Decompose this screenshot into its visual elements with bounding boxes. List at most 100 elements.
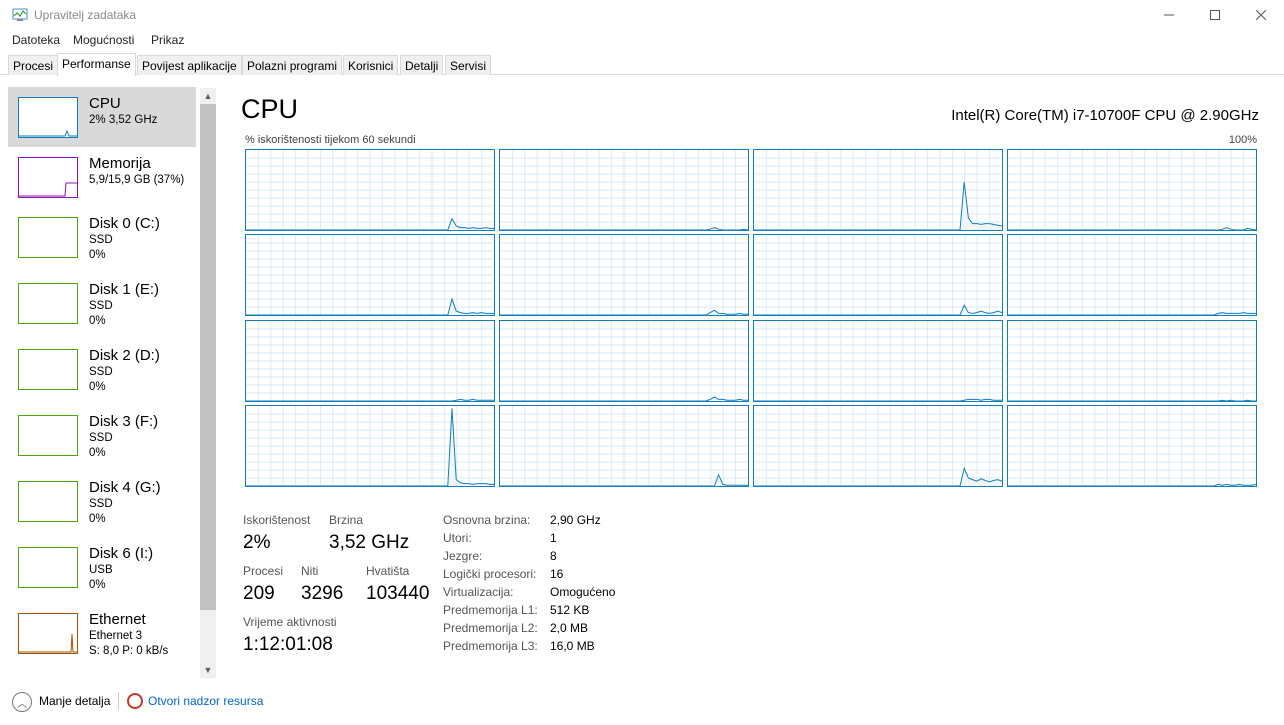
tab-performance[interactable]: Performanse — [57, 53, 136, 76]
memory-mini-line — [19, 182, 77, 197]
info-value: 2,0 MB — [550, 621, 589, 635]
info-label: Predmemorija L1: — [443, 603, 538, 617]
core-graph-plot — [500, 405, 748, 486]
threads-value: 3296 — [301, 583, 344, 604]
utilization-label: Iskorištenost — [243, 513, 311, 527]
menu-view[interactable]: Prikaz — [151, 33, 184, 47]
page-title: CPU — [241, 94, 299, 124]
tab-users[interactable]: Korisnici — [343, 55, 399, 75]
core-graph-plot — [246, 235, 494, 316]
info-label: Utori: — [443, 531, 472, 545]
sidebar-item-disk1[interactable]: Disk 1 (E:) SSD 0% — [8, 273, 196, 333]
maximize-button[interactable] — [1192, 0, 1238, 30]
uptime-value: 1:12:01:08 — [243, 634, 333, 655]
core-graph-plot — [246, 150, 494, 230]
core-graph — [245, 234, 495, 317]
scrollbar-thumb[interactable] — [200, 104, 216, 610]
tab-services[interactable]: Servisi — [445, 55, 492, 75]
resource-list: CPU 2% 3,52 GHz Memorija 5,9/15,9 GB (37… — [0, 76, 218, 680]
cpu-core-graphs — [245, 149, 1257, 487]
sidebar-item-usage: 0% — [89, 381, 106, 393]
sidebar-item-type: SSD — [89, 300, 113, 312]
menu-file[interactable]: Datoteka — [12, 33, 60, 47]
sidebar-item-type: SSD — [89, 234, 113, 246]
tab-app-history[interactable]: Povijest aplikacije — [137, 55, 242, 75]
sidebar-item-detail: 2% 3,52 GHz — [89, 114, 158, 126]
sidebar-item-usage: 0% — [89, 315, 106, 327]
sidebar-item-cpu[interactable]: CPU 2% 3,52 GHz — [8, 87, 196, 147]
info-value: 8 — [550, 549, 557, 563]
sidebar-item-throughput: S: 8,0 P: 0 kB/s — [89, 645, 169, 657]
memory-mini-graph — [18, 157, 78, 198]
tab-details[interactable]: Detalji — [400, 55, 444, 75]
sidebar-item-label: Disk 4 (G:) — [89, 479, 161, 496]
sidebar-item-disk0[interactable]: Disk 0 (C:) SSD 0% — [8, 207, 196, 267]
sidebar-item-label: Ethernet — [89, 611, 146, 628]
sidebar-item-usage: 0% — [89, 447, 106, 459]
tab-bar: Procesi Performanse Povijest aplikacije … — [0, 53, 1284, 76]
disk-mini-graph — [18, 415, 78, 456]
sidebar-item-label: Disk 2 (D:) — [89, 347, 160, 364]
core-graph — [245, 319, 495, 402]
footer-bar: ︿ Manje detalja Otvori nadzor resursa — [0, 688, 1284, 714]
sidebar-item-disk4[interactable]: Disk 4 (G:) SSD 0% — [8, 471, 196, 531]
scroll-down-arrow-icon[interactable]: ▼ — [200, 662, 216, 678]
info-label: Logički procesori: — [443, 567, 537, 581]
info-label: Predmemorija L2: — [443, 621, 538, 635]
sidebar-item-type: SSD — [89, 498, 113, 510]
maximize-icon — [1210, 10, 1220, 20]
uptime-label: Vrijeme aktivnosti — [243, 615, 337, 629]
minimize-icon — [1164, 14, 1174, 16]
sidebar-item-disk3[interactable]: Disk 3 (F:) SSD 0% — [8, 405, 196, 465]
info-label: Virtualizacija: — [443, 585, 514, 599]
core-graph — [1007, 319, 1257, 402]
speed-label: Brzina — [329, 513, 364, 527]
minimize-button[interactable] — [1146, 0, 1192, 30]
core-graph-plot — [754, 320, 1002, 401]
scroll-up-arrow-icon[interactable]: ▲ — [200, 88, 216, 104]
sidebar-item-label: CPU — [89, 95, 121, 112]
sidebar-item-label: Disk 0 (C:) — [89, 215, 160, 232]
sidebar-item-type: USB — [89, 564, 113, 576]
fewer-details-button[interactable]: Manje detalja — [39, 694, 110, 708]
info-value: 16 — [550, 567, 564, 581]
menu-options[interactable]: Mogućnosti — [73, 33, 134, 47]
core-graph — [1007, 404, 1257, 487]
close-button[interactable] — [1238, 0, 1284, 30]
title-bar: Upravitelj zadataka — [0, 0, 1284, 30]
processes-label: Procesi — [243, 564, 284, 578]
info-value: Omogućeno — [550, 585, 616, 599]
disk-mini-graph — [18, 547, 78, 588]
info-label: Osnovna brzina: — [443, 513, 531, 527]
sidebar-item-disk6[interactable]: Disk 6 (I:) USB 0% — [8, 537, 196, 597]
core-graph — [753, 149, 1003, 231]
info-label: Jezgre: — [443, 549, 483, 563]
footer-divider — [118, 692, 119, 710]
core-graph-plot — [754, 235, 1002, 316]
info-label: Predmemorija L3: — [443, 639, 538, 653]
processes-value: 209 — [243, 583, 275, 604]
open-resource-monitor-link[interactable]: Otvori nadzor resursa — [148, 694, 263, 708]
resource-monitor-icon[interactable] — [127, 693, 143, 709]
core-graph — [753, 319, 1003, 402]
sidebar-item-disk2[interactable]: Disk 2 (D:) SSD 0% — [8, 339, 196, 399]
cpu-model-name: Intel(R) Core(TM) i7-10700F CPU @ 2.90GH… — [951, 107, 1259, 124]
sidebar-item-memory[interactable]: Memorija 5,9/15,9 GB (37%) — [8, 147, 196, 207]
disk-mini-graph — [18, 481, 78, 522]
core-graph — [499, 149, 749, 231]
tab-processes[interactable]: Procesi — [8, 55, 59, 75]
sidebar-item-ethernet[interactable]: Ethernet Ethernet 3 S: 8,0 P: 0 kB/s — [8, 603, 196, 663]
cpu-mini-line — [19, 129, 77, 137]
info-value: 16,0 MB — [550, 639, 595, 653]
core-graph — [1007, 149, 1257, 231]
core-graph-plot — [1008, 405, 1256, 486]
chevron-up-icon[interactable]: ︿ — [12, 692, 32, 712]
tab-startup[interactable]: Polazni programi — [242, 55, 343, 75]
handles-value: 103440 — [366, 583, 430, 604]
threads-label: Niti — [301, 564, 319, 578]
core-graph-plot — [754, 405, 1002, 486]
graph-caption: % iskorištenosti tijekom 60 sekundi — [245, 134, 416, 146]
ethernet-mini-graph — [18, 613, 78, 654]
ethernet-mini-line — [19, 633, 77, 653]
sidebar-item-label: Disk 3 (F:) — [89, 413, 159, 430]
